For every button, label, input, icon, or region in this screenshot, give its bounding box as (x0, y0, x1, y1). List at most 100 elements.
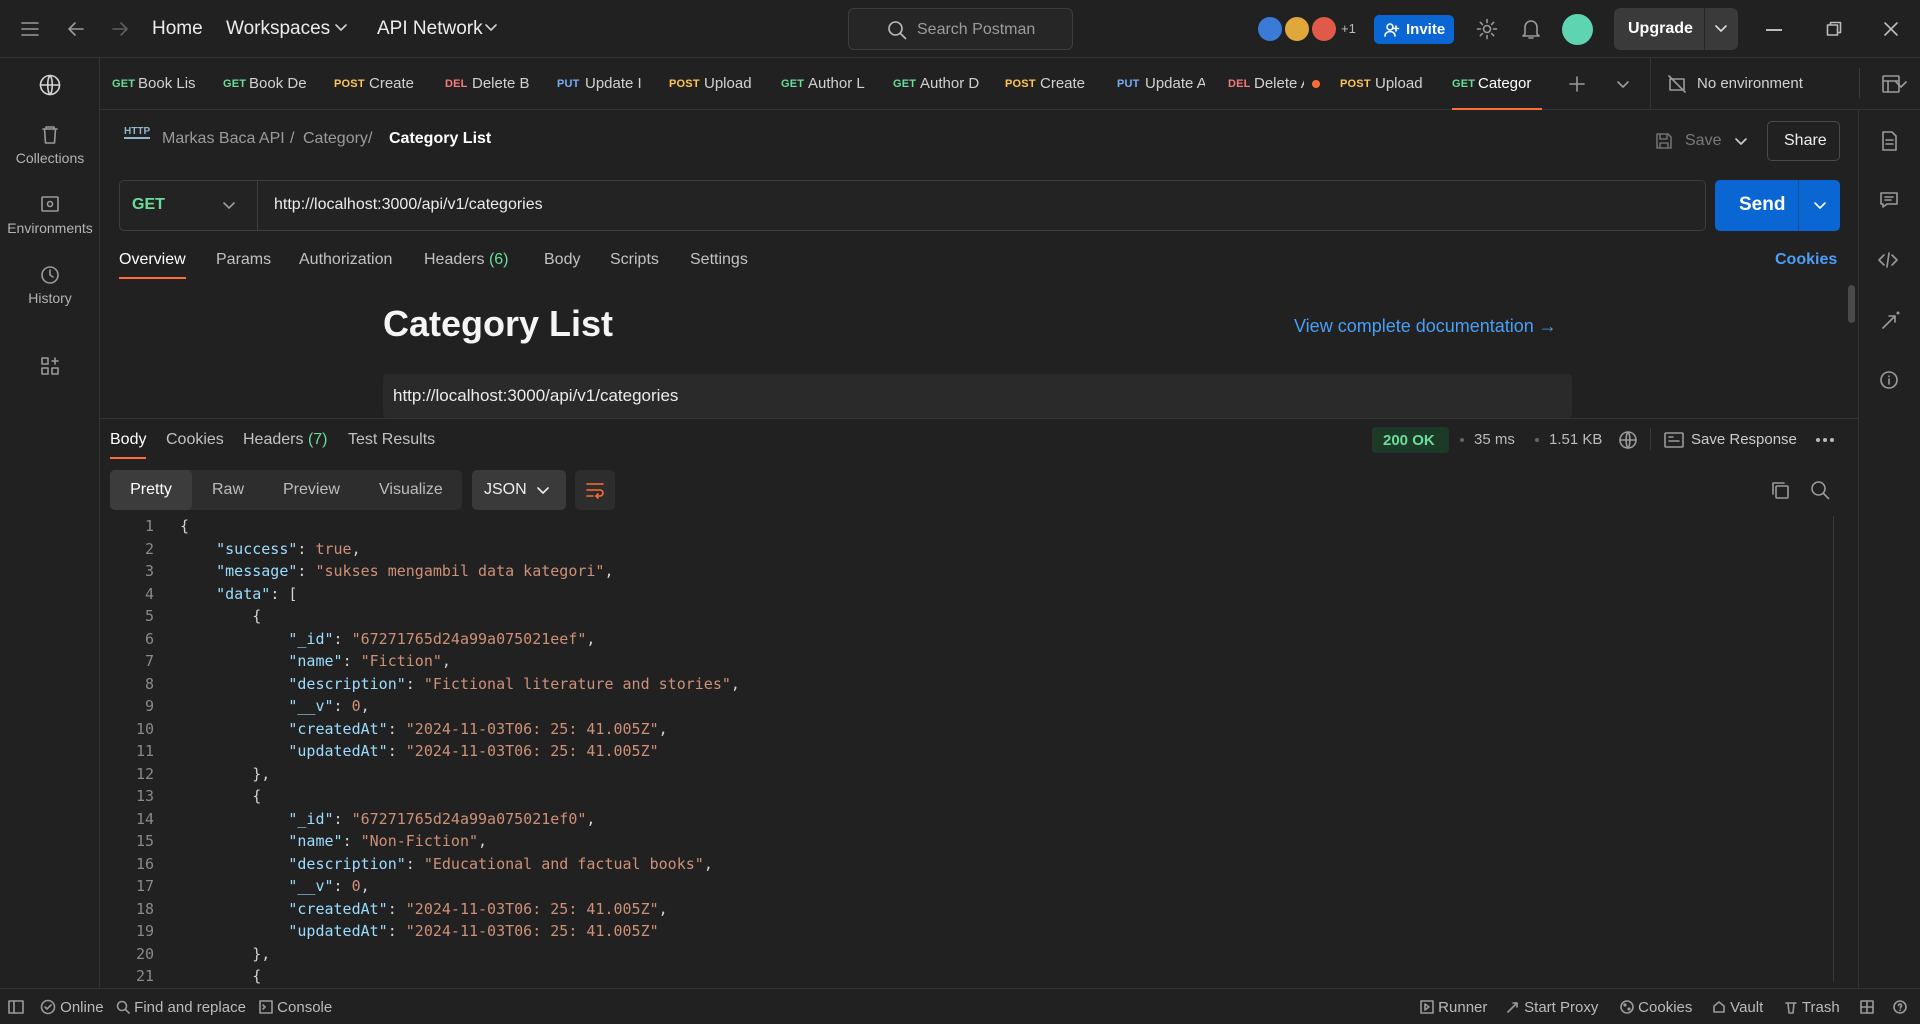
cookies-link[interactable]: Cookies (1775, 251, 1837, 269)
request-tab[interactable]: GET Author D (893, 58, 993, 110)
find-replace-button[interactable]: Find and replace (116, 999, 246, 1016)
sidebar-item-environments[interactable]: Environments (0, 194, 100, 236)
code-icon[interactable] (1877, 250, 1899, 270)
response-tab-body[interactable]: Body (110, 431, 147, 459)
tab-authorization[interactable]: Authorization (299, 251, 392, 269)
wrap-lines-button[interactable] (575, 470, 615, 510)
request-tab-active[interactable]: GET Categor (1452, 58, 1542, 110)
user-avatar[interactable] (1562, 14, 1593, 45)
console-button[interactable]: Console (259, 999, 332, 1016)
tab-headers[interactable]: Headers (6) (424, 251, 509, 269)
chevron-down-icon[interactable] (1734, 136, 1748, 148)
avatar[interactable] (1310, 15, 1338, 43)
restore-icon[interactable] (1826, 21, 1842, 37)
request-tab[interactable]: DELDelete A (1228, 58, 1328, 110)
request-tab[interactable]: GET Book De (223, 58, 323, 110)
invite-button[interactable]: Invite (1374, 15, 1454, 44)
sidebar-item-collections[interactable]: Collections (0, 124, 100, 166)
language-select[interactable]: JSON (472, 470, 566, 510)
back-arrow-icon[interactable] (66, 19, 86, 39)
close-icon[interactable] (1883, 21, 1899, 37)
response-time[interactable]: 35 ms (1474, 431, 1515, 448)
code-line: { (180, 787, 262, 805)
tab-body[interactable]: Body (544, 251, 580, 269)
online-status[interactable]: Online (40, 999, 104, 1016)
home-link[interactable]: Home (152, 18, 203, 40)
view-preview-button[interactable]: Preview (283, 470, 340, 510)
share-button[interactable]: Share (1767, 121, 1840, 161)
url-input[interactable]: http://localhost:3000/api/v1/categories (274, 196, 543, 214)
breadcrumb-folder[interactable]: Category (303, 130, 368, 148)
docs-title: Category List (383, 303, 614, 344)
avatar-overflow-count[interactable]: +1 (1341, 21, 1356, 36)
response-tab-headers[interactable]: Headers (7) (243, 431, 328, 449)
view-documentation-link[interactable]: View complete documentation → (1294, 316, 1557, 337)
menu-icon[interactable] (20, 20, 40, 38)
documentation-icon[interactable] (1879, 130, 1899, 152)
request-tab[interactable]: PUT Update A (1117, 58, 1217, 110)
chevron-down-icon[interactable] (1616, 79, 1630, 91)
request-tab[interactable]: POST Create (334, 58, 434, 110)
tab-params[interactable]: Params (216, 251, 271, 269)
send-button[interactable]: Send (1715, 180, 1840, 231)
request-tab[interactable]: GET Author L (781, 58, 881, 110)
layout-icon[interactable] (1860, 1000, 1874, 1014)
avatar[interactable] (1256, 15, 1284, 43)
response-tab-cookies[interactable]: Cookies (166, 431, 224, 449)
status-badge[interactable]: 200 OK (1372, 427, 1449, 453)
info-icon[interactable] (1879, 370, 1899, 390)
minimize-icon[interactable] (1766, 29, 1782, 31)
help-icon[interactable] (1893, 1000, 1907, 1014)
configure-sidebar-icon[interactable] (40, 356, 60, 376)
search-icon[interactable] (1810, 480, 1830, 500)
chevron-down-icon[interactable] (1714, 23, 1728, 35)
breadcrumb-collection[interactable]: Markas Baca API (162, 130, 285, 148)
method-select[interactable]: GET (120, 181, 258, 230)
related-collections-icon[interactable] (1879, 310, 1901, 332)
request-tab[interactable]: GET Book Lis (112, 58, 212, 110)
view-raw-button[interactable]: Raw (212, 470, 244, 510)
cookies-button[interactable]: Cookies (1620, 999, 1692, 1016)
chevron-down-icon[interactable] (1813, 200, 1827, 212)
comments-icon[interactable] (1879, 190, 1899, 210)
request-tab[interactable]: POST Create (1005, 58, 1105, 110)
view-visualize-button[interactable]: Visualize (379, 470, 443, 510)
search-input[interactable]: Search Postman (848, 8, 1073, 50)
trash-button[interactable]: Trash (1784, 999, 1840, 1016)
request-tab[interactable]: PUT Update I (557, 58, 657, 110)
plus-icon[interactable] (1568, 75, 1586, 93)
response-tab-test-results[interactable]: Test Results (348, 431, 435, 449)
code-line: "updatedAt": "2024-11-03T06: 25: 41.005Z… (288, 922, 659, 940)
line-number: 6 (144, 629, 154, 648)
runner-button[interactable]: Runner (1420, 999, 1487, 1016)
response-size[interactable]: 1.51 KB (1549, 431, 1602, 448)
settings-gear-icon[interactable] (1476, 18, 1498, 40)
upgrade-button[interactable]: Upgrade (1614, 8, 1738, 50)
avatar[interactable] (1283, 15, 1311, 43)
scrollbar[interactable] (1848, 285, 1855, 323)
code-line: "message": "sukses mengambil data katego… (216, 562, 614, 580)
api-network-menu[interactable]: API Network (377, 18, 483, 40)
vault-button[interactable]: Vault (1712, 999, 1763, 1016)
tab-scripts[interactable]: Scripts (610, 251, 659, 269)
copy-icon[interactable] (1770, 480, 1790, 500)
sidebar-item-history[interactable]: History (0, 264, 100, 306)
tab-settings[interactable]: Settings (690, 251, 748, 269)
workspaces-menu[interactable]: Workspaces (226, 18, 330, 40)
forward-arrow-icon[interactable] (110, 19, 130, 39)
network-globe-icon[interactable] (1618, 430, 1638, 450)
more-options-icon[interactable] (1815, 437, 1835, 443)
request-tab[interactable]: DEL Delete B (445, 58, 545, 110)
scrollbar-track[interactable] (1833, 516, 1834, 982)
cookie-icon (1620, 1000, 1634, 1014)
response-code-viewer[interactable]: 1 {2 "success": true, 3 "message": "sukses… (110, 516, 1830, 986)
tab-overview[interactable]: Overview (119, 251, 186, 279)
sidebar-toggle-icon[interactable] (8, 1000, 24, 1014)
bell-icon[interactable] (1521, 18, 1541, 40)
view-pretty-button[interactable]: Pretty (110, 470, 192, 510)
request-tab[interactable]: POST Upload (669, 58, 769, 110)
proxy-icon (1507, 1002, 1518, 1013)
request-tab[interactable]: POST Upload (1340, 58, 1440, 110)
environment-quick-look-icon[interactable] (1881, 74, 1901, 94)
start-proxy-button[interactable]: Start Proxy (1506, 999, 1598, 1016)
